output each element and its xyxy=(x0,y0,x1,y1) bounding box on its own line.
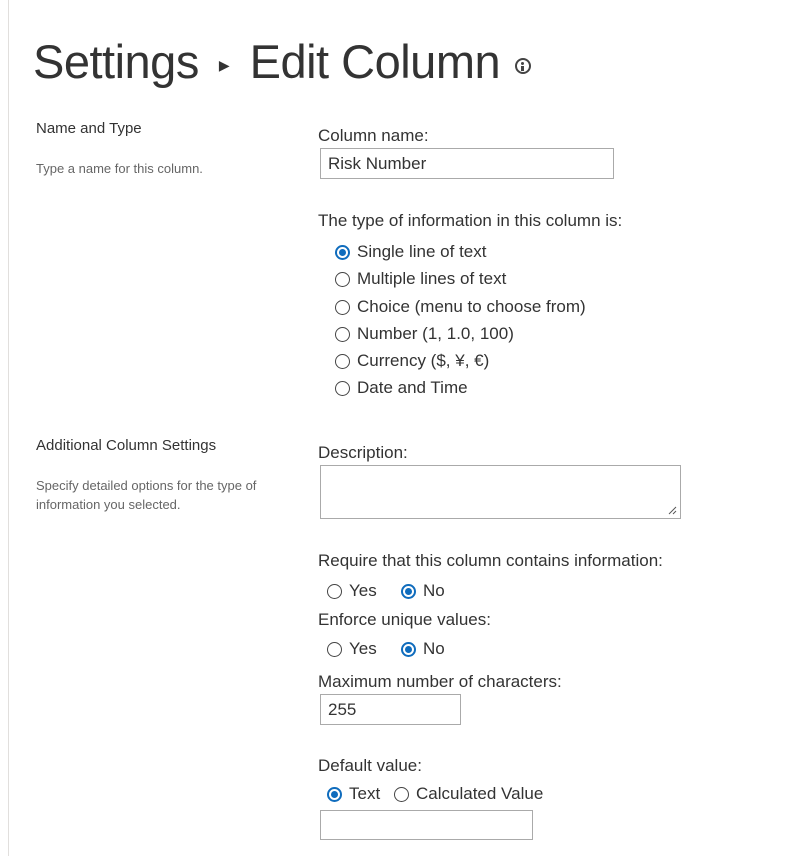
breadcrumb-separator-icon: ▶ xyxy=(218,56,230,73)
default-value-input[interactable] xyxy=(320,810,533,840)
radio-button-icon[interactable] xyxy=(335,244,350,260)
column-name-input[interactable]: Risk Number xyxy=(320,148,614,179)
page-title: Settings ▶ Edit Column xyxy=(33,30,532,92)
radio-button-icon[interactable] xyxy=(401,583,416,599)
unique-label: Enforce unique values: xyxy=(318,610,491,629)
radio-button-icon[interactable] xyxy=(335,271,350,287)
unique-yes-option[interactable]: Yes xyxy=(327,639,377,659)
left-rail xyxy=(0,0,9,856)
require-yes-option[interactable]: Yes xyxy=(327,581,377,601)
column-name-value: Risk Number xyxy=(328,153,427,173)
section-desc-additional: Specify detailed options for the type of… xyxy=(36,478,257,512)
description-textarea[interactable] xyxy=(320,465,681,519)
info-icon[interactable] xyxy=(515,58,532,74)
section-title-name-type: Name and Type xyxy=(36,120,142,137)
type-label: The type of information in this column i… xyxy=(318,211,623,230)
section-title-additional: Additional Column Settings xyxy=(36,437,217,454)
type-option-currency[interactable]: Currency ($, ¥, €) xyxy=(335,351,489,371)
require-label: Require that this column contains inform… xyxy=(318,551,663,570)
type-option-single-line[interactable]: Single line of text xyxy=(335,242,486,262)
breadcrumb-settings[interactable]: Settings xyxy=(33,34,199,89)
unique-no-option[interactable]: No xyxy=(401,639,445,659)
require-no-option[interactable]: No xyxy=(401,581,445,601)
type-option-date-time[interactable]: Date and Time xyxy=(335,378,468,398)
type-option-number[interactable]: Number (1, 1.0, 100) xyxy=(335,324,514,344)
maxchars-label: Maximum number of characters: xyxy=(318,672,562,691)
default-calculated-option[interactable]: Calculated Value xyxy=(394,784,543,804)
resize-grip-icon[interactable] xyxy=(668,506,677,515)
maxchars-input[interactable]: 255 xyxy=(320,694,461,725)
column-name-label: Column name: xyxy=(318,126,429,145)
default-label: Default value: xyxy=(318,756,422,775)
radio-button-icon[interactable] xyxy=(335,299,350,315)
type-option-multiple-lines[interactable]: Multiple lines of text xyxy=(335,269,506,289)
description-label: Description: xyxy=(318,443,408,462)
radio-button-icon[interactable] xyxy=(327,786,342,802)
page-title-text: Edit Column xyxy=(249,34,501,88)
maxchars-value: 255 xyxy=(328,699,357,719)
radio-button-icon[interactable] xyxy=(335,353,350,369)
radio-button-icon[interactable] xyxy=(327,641,342,657)
default-text-option[interactable]: Text xyxy=(327,784,380,804)
radio-button-icon[interactable] xyxy=(335,380,350,396)
radio-button-icon[interactable] xyxy=(335,326,350,342)
type-option-choice[interactable]: Choice (menu to choose from) xyxy=(335,297,586,317)
radio-button-icon[interactable] xyxy=(327,583,342,599)
radio-button-icon[interactable] xyxy=(394,786,409,802)
section-desc-name-type: Type a name for this column. xyxy=(36,161,203,176)
radio-button-icon[interactable] xyxy=(401,641,416,657)
